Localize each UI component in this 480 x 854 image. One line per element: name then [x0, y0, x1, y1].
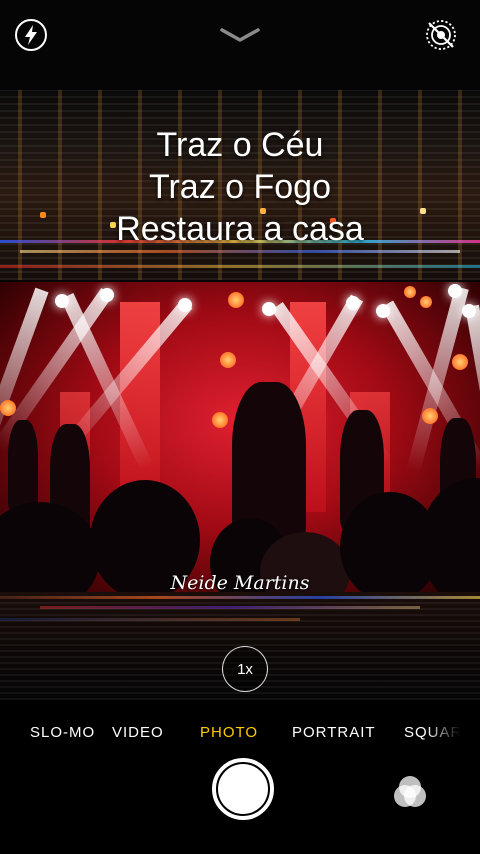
- mode-portrait[interactable]: PORTRAIT: [292, 724, 376, 741]
- mode-video[interactable]: VIDEO: [112, 724, 164, 741]
- shutter-inner: [218, 764, 268, 814]
- live-photo-off-icon[interactable]: [424, 18, 458, 52]
- lyrics-line-1: Traz o Céu: [156, 126, 324, 164]
- zoom-button[interactable]: 1x: [222, 646, 268, 692]
- lyrics-overlay: Traz o Céu Traz o Fogo Restaura a casa: [0, 124, 480, 250]
- flash-icon[interactable]: [14, 18, 48, 52]
- mode-square[interactable]: SQUARE: [404, 724, 460, 741]
- shutter-button[interactable]: [212, 758, 274, 820]
- filters-icon[interactable]: [388, 772, 432, 812]
- mode-photo[interactable]: PHOTO: [200, 724, 258, 741]
- camera-viewfinder[interactable]: Traz o Céu Traz o Fogo Restaura a casa N…: [0, 0, 480, 700]
- chevron-down-icon[interactable]: [218, 26, 262, 44]
- concert-stage-image: Neide Martins: [0, 282, 480, 592]
- artist-caption: Neide Martins: [170, 572, 310, 592]
- lyrics-line-3: Restaura a casa: [116, 210, 364, 248]
- zoom-label: 1x: [237, 660, 253, 678]
- lyrics-line-2: Traz o Fogo: [148, 168, 332, 206]
- mode-slo-mo[interactable]: SLO-MO: [30, 724, 95, 741]
